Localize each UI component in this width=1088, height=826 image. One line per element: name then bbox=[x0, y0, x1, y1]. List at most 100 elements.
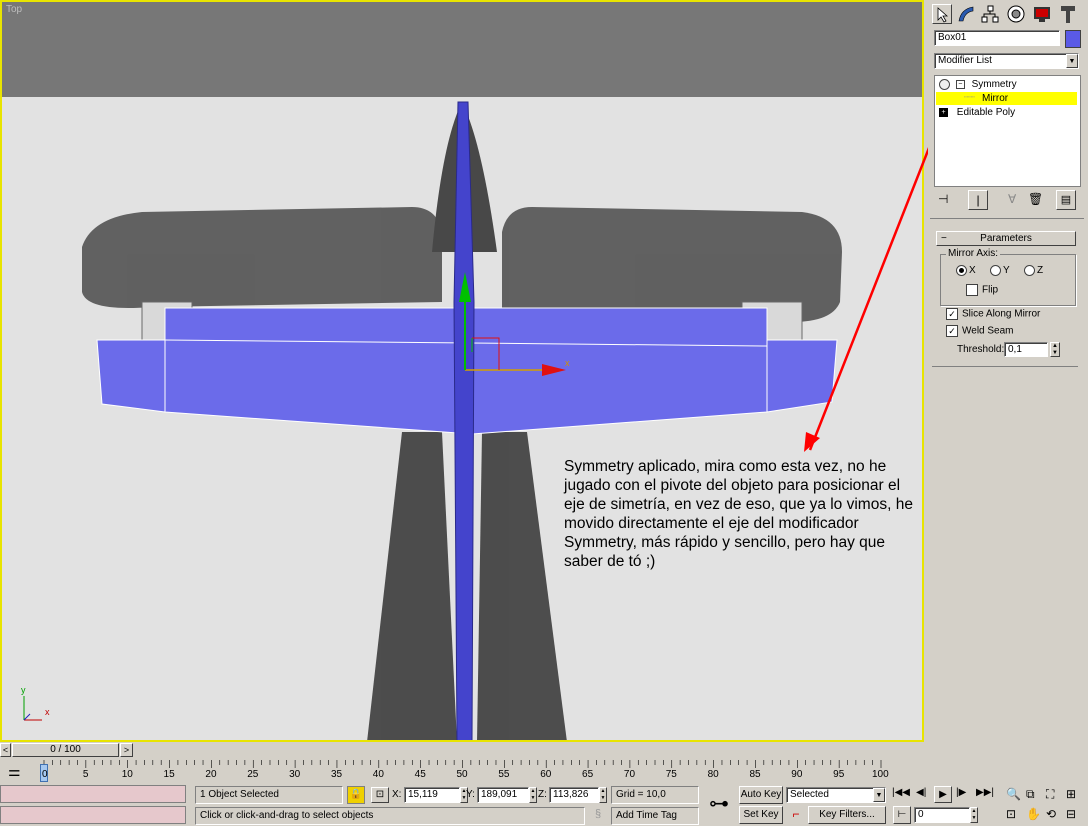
axis-z-text: Z bbox=[1037, 265, 1044, 277]
threshold-input[interactable]: 0,1 bbox=[1004, 342, 1048, 357]
weld-checkbox[interactable]: ✓ Weld Seam bbox=[946, 325, 1014, 337]
current-frame-label: 0 bbox=[42, 769, 48, 780]
add-time-tag-button[interactable]: Add Time Tag bbox=[611, 807, 699, 825]
frame-spinner[interactable]: ▲ ▼ bbox=[970, 807, 978, 823]
tick-label: 15 bbox=[163, 769, 175, 780]
display-icon[interactable] bbox=[1032, 4, 1052, 24]
current-frame-input[interactable]: 0 bbox=[914, 807, 970, 823]
region-zoom-icon[interactable]: ⊡ bbox=[1006, 807, 1016, 821]
airplane-scene bbox=[23, 101, 842, 740]
axis-x-radio[interactable]: X bbox=[956, 265, 976, 276]
key-mode-chevron-icon[interactable]: ▼ bbox=[873, 788, 885, 802]
remove-modifier-icon[interactable]: 🗑 bbox=[1028, 192, 1043, 206]
stack-label-symmetry: Symmetry bbox=[971, 79, 1017, 91]
axis-y-text: Y bbox=[1003, 265, 1010, 277]
flip-checkbox[interactable]: Flip bbox=[966, 284, 998, 296]
stack-item-symmetry[interactable]: − Symmetry bbox=[939, 79, 1017, 90]
slice-label: Slice Along Mirror bbox=[962, 308, 1041, 320]
pan-icon[interactable]: ✋ bbox=[1026, 807, 1041, 821]
stack-item-mirror[interactable]: ┈┈ Mirror bbox=[936, 92, 1077, 105]
go-to-start-icon[interactable]: |◀◀ bbox=[892, 787, 910, 798]
flip-check-icon bbox=[966, 284, 978, 296]
radio-y-icon bbox=[990, 265, 1001, 276]
modify-icon[interactable] bbox=[956, 4, 976, 24]
utilities-icon[interactable] bbox=[1058, 4, 1078, 24]
threshold-spinner[interactable]: ▲ ▼ bbox=[1050, 342, 1060, 357]
lightbulb-icon[interactable] bbox=[939, 79, 950, 90]
time-tag-icon[interactable]: § bbox=[589, 808, 607, 824]
make-unique-icon[interactable]: ∀ bbox=[1008, 192, 1016, 206]
tree-line-icon: ┈┈ bbox=[964, 92, 975, 102]
tick-label: 65 bbox=[582, 769, 594, 780]
key-tangent-icon[interactable]: ⌐ bbox=[787, 807, 805, 823]
zoom-extents-all-icon[interactable]: ⊞ bbox=[1066, 787, 1076, 801]
zoom-extents-icon[interactable]: ⛶ bbox=[1046, 787, 1054, 802]
object-name-field[interactable]: Box01 bbox=[934, 30, 1060, 46]
key-icon[interactable]: ⊶ bbox=[704, 790, 734, 820]
chevron-down-icon[interactable]: ▼ bbox=[1066, 54, 1078, 68]
show-end-result-icon[interactable]: | bbox=[968, 190, 988, 210]
arc-rotate-icon[interactable]: ⟲ bbox=[1046, 807, 1056, 821]
mirror-axis-group bbox=[940, 254, 1076, 306]
y-coord-label: Y: bbox=[466, 789, 475, 800]
expand-icon[interactable]: + bbox=[939, 107, 948, 117]
next-frame-icon[interactable]: |▶ bbox=[956, 787, 966, 798]
frame-counter[interactable]: 0 / 100 bbox=[12, 743, 119, 757]
stack-label-mirror: Mirror bbox=[982, 93, 1009, 104]
go-to-end-icon[interactable]: ▶▶| bbox=[976, 787, 994, 798]
x-coord-input[interactable]: 15,119 bbox=[404, 787, 460, 803]
viewport-navigation: 🔍 ⧉ ⛶ ⊞ ⊡ ✋ ⟲ ⊟ bbox=[1004, 786, 1088, 826]
pin-stack-icon[interactable]: ⊣ bbox=[938, 192, 948, 206]
zoom-all-icon[interactable]: ⧉ bbox=[1026, 787, 1035, 802]
x-coord-label: X: bbox=[392, 789, 402, 800]
configure-sets-icon[interactable]: ▤ bbox=[1056, 190, 1076, 210]
axis-y-radio[interactable]: Y bbox=[990, 265, 1010, 276]
weld-check-icon: ✓ bbox=[946, 325, 958, 337]
tick-label: 5 bbox=[82, 769, 89, 780]
stack-item-editable-poly[interactable]: + Editable Poly bbox=[939, 107, 1015, 118]
axis-z-radio[interactable]: Z bbox=[1024, 265, 1043, 276]
prev-frame-icon[interactable]: ◀| bbox=[916, 787, 926, 798]
tick-label: 60 bbox=[540, 769, 552, 780]
y-spinner[interactable]: ▲ ▼ bbox=[529, 787, 537, 803]
parameters-rollout-header[interactable]: − Parameters bbox=[936, 231, 1076, 246]
maxscript-listener-top[interactable] bbox=[0, 785, 186, 803]
time-next-icon[interactable]: > bbox=[120, 743, 133, 757]
absolute-mode-icon[interactable]: ⊡ bbox=[371, 787, 389, 803]
tick-label: 40 bbox=[372, 769, 384, 780]
rollout-collapse-icon: − bbox=[941, 233, 947, 244]
top-viewport[interactable]: Top x x y Symmetry aplicado, mira como e… bbox=[0, 0, 924, 742]
divider bbox=[930, 218, 1084, 219]
auto-key-button[interactable]: Auto Key bbox=[739, 786, 783, 804]
modifier-list-dropdown[interactable]: Modifier List ▼ bbox=[934, 53, 1079, 69]
time-slider-track[interactable]: < 0 / 100 > bbox=[0, 742, 928, 758]
tick-label: 10 bbox=[121, 769, 133, 780]
key-mode-toggle-icon[interactable]: ⊢ bbox=[893, 806, 911, 824]
create-icon[interactable] bbox=[932, 4, 952, 24]
playback-controls: |◀◀ ◀| ▶ |▶ ▶▶| bbox=[890, 786, 1000, 804]
key-filters-button[interactable]: Key Filters... bbox=[808, 806, 886, 824]
zoom-icon[interactable]: 🔍 bbox=[1006, 787, 1021, 801]
collapse-icon[interactable]: − bbox=[955, 80, 965, 89]
play-icon[interactable]: ▶ bbox=[934, 786, 952, 803]
modifier-stack[interactable]: − Symmetry ┈┈ Mirror + Editable Poly bbox=[934, 75, 1081, 187]
mini-curve-editor-icon[interactable]: ⚌ bbox=[8, 763, 21, 780]
z-coord-input[interactable]: 113,826 bbox=[549, 787, 599, 803]
hierarchy-icon[interactable] bbox=[980, 4, 1000, 24]
slice-checkbox[interactable]: ✓ Slice Along Mirror bbox=[946, 308, 1040, 320]
key-mode-dropdown[interactable]: Selected ▼ bbox=[786, 787, 886, 803]
maximize-viewport-icon[interactable]: ⊟ bbox=[1066, 807, 1076, 821]
motion-icon[interactable] bbox=[1006, 4, 1026, 24]
lock-selection-icon[interactable]: 🔒 bbox=[347, 786, 365, 804]
rollout-divider bbox=[932, 366, 1078, 367]
trackbar[interactable]: ⚌ 0 5 10 15 20 25 30 35 40 45 50 55 60 65 70 75 80 85 90 9… bbox=[0, 760, 928, 784]
z-spinner[interactable]: ▲ ▼ bbox=[599, 787, 607, 803]
stack-label-editable-poly: Editable Poly bbox=[956, 107, 1016, 118]
tick-label: 95 bbox=[833, 769, 845, 780]
modifier-list-label: Modifier List bbox=[938, 55, 992, 66]
maxscript-listener-bottom[interactable] bbox=[0, 806, 186, 824]
set-key-button[interactable]: Set Key bbox=[739, 806, 783, 824]
time-prev-icon[interactable]: < bbox=[0, 743, 11, 757]
object-color-swatch[interactable] bbox=[1065, 30, 1081, 48]
y-coord-input[interactable]: 189,091 bbox=[477, 787, 529, 803]
